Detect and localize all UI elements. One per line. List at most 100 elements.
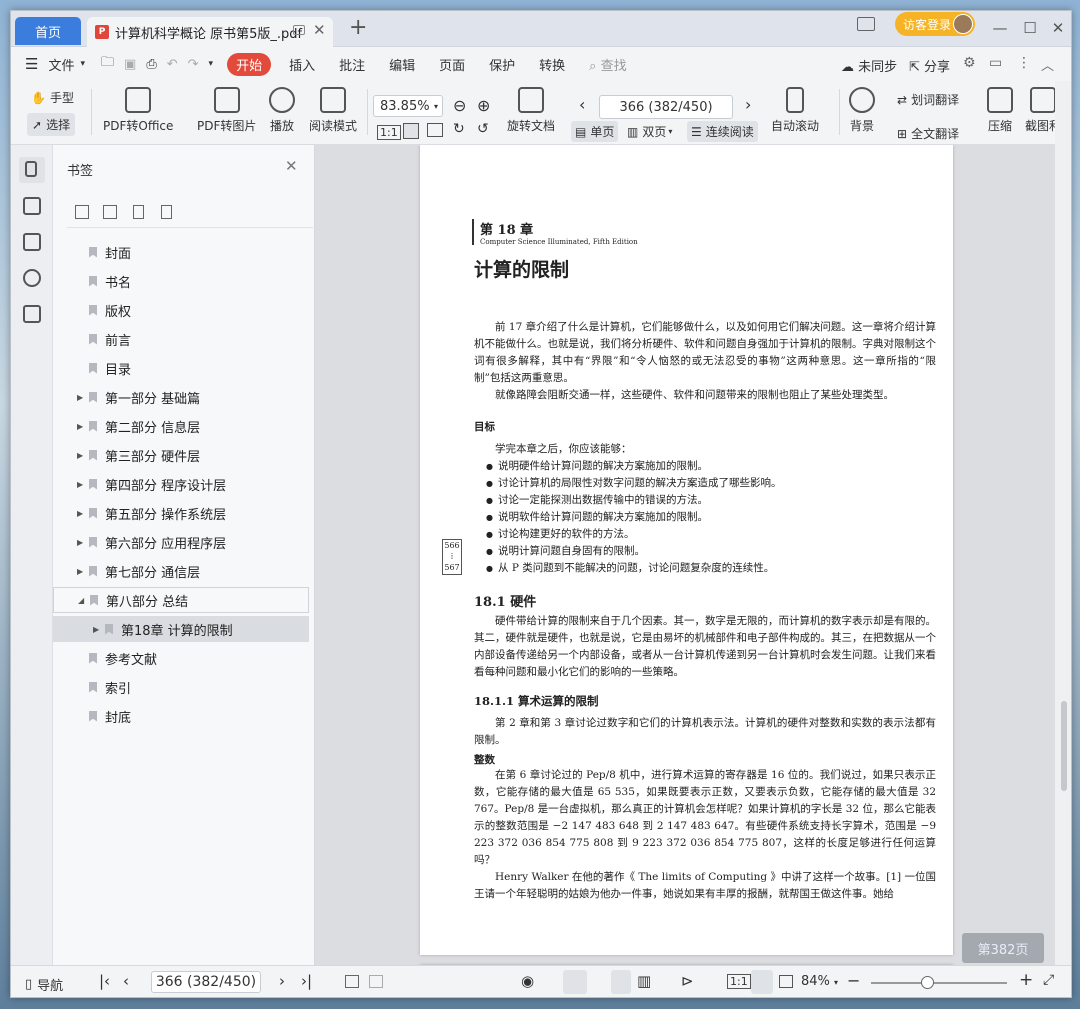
maximize-icon[interactable]: ☐ <box>1015 15 1045 41</box>
bookmark-item[interactable]: 封面 <box>53 239 309 265</box>
redo-icon[interactable]: ↷ <box>188 57 199 72</box>
fit-page-status-icon[interactable] <box>751 970 773 994</box>
expand-bookmark-icon[interactable] <box>133 205 144 219</box>
read-mode-button[interactable]: 阅读模式 <box>309 87 357 134</box>
single-page-button[interactable]: ▤ 单页 <box>571 121 619 142</box>
expand-arrow-icon[interactable]: ▶ <box>93 625 103 634</box>
bookmark-item[interactable]: 参考文献 <box>53 645 309 671</box>
bookmark-item[interactable]: ▶ 第五部分 操作系统层 <box>53 500 309 526</box>
more-icon[interactable]: ⋮ <box>1017 55 1031 71</box>
next-page-icon[interactable]: › <box>745 95 751 114</box>
compress-button[interactable]: 压缩 <box>987 87 1013 134</box>
zoom-select[interactable]: 83.85% ▾ <box>373 95 443 117</box>
sync-status[interactable]: ☁ 未同步 <box>841 56 897 75</box>
new-tab-icon[interactable]: + <box>349 15 367 40</box>
bookmark-item[interactable]: ▶ 第七部分 通信层 <box>53 558 309 584</box>
autoscroll-button[interactable]: 自动滚动 <box>771 87 819 134</box>
first-page-icon[interactable]: |‹ <box>99 972 110 990</box>
eye-protect-icon[interactable]: ◉ <box>521 972 534 990</box>
settings-icon[interactable]: ⚙ <box>963 55 976 71</box>
zoom-slider[interactable] <box>871 982 1007 984</box>
expand-arrow-icon[interactable]: ▶ <box>77 538 87 547</box>
menu-convert[interactable]: 转换 <box>539 55 565 74</box>
bookmark-item[interactable]: 目录 <box>53 355 309 381</box>
expand-arrow-icon[interactable]: ▶ <box>77 422 87 431</box>
prev-page-icon[interactable]: ‹ <box>579 95 585 114</box>
bookmark-item[interactable]: ▶ 第18章 计算的限制 <box>53 616 309 642</box>
attachment-icon[interactable] <box>23 269 41 287</box>
signature-icon[interactable] <box>23 305 41 323</box>
translate-word-button[interactable]: ⇄ 划词翻译 <box>897 91 959 108</box>
minimize-icon[interactable]: — <box>985 15 1015 41</box>
tab-home[interactable]: 首页 <box>15 17 81 45</box>
add-child-bookmark-icon[interactable] <box>103 205 117 219</box>
guest-login-button[interactable]: 访客登录 <box>895 12 975 36</box>
expand-arrow-icon[interactable]: ▶ <box>77 393 87 402</box>
thumbnail-icon[interactable] <box>23 197 41 215</box>
bookmark-item[interactable]: ◢ 第八部分 总结 <box>53 587 309 613</box>
pdf-to-image-button[interactable]: PDF转图片 <box>197 87 256 134</box>
bookmark-item[interactable]: ▶ 第六部分 应用程序层 <box>53 529 309 555</box>
window-layout-icon[interactable] <box>857 17 875 31</box>
menu-start[interactable]: 开始 <box>227 52 272 76</box>
share-button[interactable]: ⇱ 分享 <box>909 56 950 75</box>
bookmark-item[interactable]: 索引 <box>53 674 309 700</box>
select-tool[interactable]: ➚ 选择 <box>27 113 76 136</box>
last-page-icon[interactable]: ›| <box>301 972 312 990</box>
expand-arrow-icon[interactable]: ▶ <box>77 451 87 460</box>
document-viewer[interactable]: 第 18 章 Computer Science Illuminated, Fif… <box>315 145 1055 965</box>
undo-icon[interactable]: ↶ <box>167 57 178 72</box>
expand-arrow-icon[interactable]: ▶ <box>77 509 87 518</box>
zoom-slider-handle[interactable] <box>921 976 934 989</box>
zoom-in-icon[interactable]: ⊕ <box>477 96 490 115</box>
close-panel-icon[interactable]: ✕ <box>285 157 298 175</box>
open-folder-icon[interactable]: 🗀 <box>101 53 114 75</box>
hamburger-icon[interactable]: ☰ <box>25 55 38 73</box>
tab-document[interactable]: P 计算机科学概论 原书第5版_.pdf ✕ <box>87 17 333 47</box>
menu-insert[interactable]: 插入 <box>289 55 315 74</box>
next-page-status-icon[interactable]: › <box>279 972 285 990</box>
forward-view-icon[interactable] <box>369 975 383 988</box>
page-number-input[interactable]: 366 (382/450) <box>599 95 733 119</box>
fullscreen-icon[interactable]: ⤢ <box>1043 972 1054 988</box>
continuous-read-button[interactable]: ☰ 连续阅读 <box>687 121 758 142</box>
play-button[interactable]: 播放 <box>269 87 295 134</box>
navigation-toggle[interactable]: ▯ 导航 <box>25 975 63 994</box>
chevron-down-icon[interactable]: ▾ <box>80 59 85 69</box>
zoom-out-icon[interactable]: ⊖ <box>453 96 466 115</box>
actual-size-icon[interactable]: 1:1 <box>377 125 401 140</box>
expand-arrow-icon[interactable]: ◢ <box>78 596 88 605</box>
rotate-document-button[interactable]: 旋转文档 <box>507 87 555 134</box>
menu-page[interactable]: 页面 <box>439 55 465 74</box>
search-box[interactable]: ⌕ 查找 <box>589 55 626 74</box>
status-page-input[interactable]: 366 (382/450) <box>151 971 261 993</box>
expand-arrow-icon[interactable]: ▶ <box>77 567 87 576</box>
close-tab-icon[interactable]: ✕ <box>313 21 326 39</box>
fit-width-status-icon[interactable] <box>779 975 793 988</box>
play-status-icon[interactable]: ⊳ <box>681 972 694 990</box>
back-view-icon[interactable] <box>345 975 359 988</box>
comment-panel-icon[interactable] <box>23 233 41 251</box>
add-bookmark-icon[interactable] <box>75 205 89 219</box>
scrollbar-thumb[interactable] <box>1061 701 1067 791</box>
more-chevron-icon[interactable]: ▾ <box>209 59 214 69</box>
expand-arrow-icon[interactable]: ▶ <box>77 480 87 489</box>
rotate-left-icon[interactable]: ↻ <box>453 121 465 137</box>
status-zoom[interactable]: 84% ▾ <box>801 974 838 989</box>
file-menu[interactable]: 文件 <box>48 55 74 74</box>
zoom-out-status-icon[interactable]: − <box>847 971 860 990</box>
bookmark-item[interactable]: ▶ 第四部分 程序设计层 <box>53 471 309 497</box>
bookmark-item[interactable]: ▶ 第三部分 硬件层 <box>53 442 309 468</box>
bookmark-item[interactable]: 版权 <box>53 297 309 323</box>
bookmark-item[interactable]: 封底 <box>53 703 309 729</box>
double-status-icon[interactable]: ▥ <box>637 972 651 990</box>
collapse-ribbon-icon[interactable]: ︿ <box>1041 55 1054 74</box>
pdf-to-office-button[interactable]: PDF转Office <box>103 87 173 134</box>
actual-size-status-icon[interactable]: 1:1 <box>727 974 751 989</box>
translate-all-button[interactable]: ⊞ 全文翻译 <box>897 125 959 142</box>
hand-tool[interactable]: ✋ 手型 <box>31 89 74 106</box>
vertical-scrollbar[interactable] <box>1055 81 1071 965</box>
fit-page-icon[interactable] <box>403 123 419 139</box>
menu-annotate[interactable]: 批注 <box>339 55 365 74</box>
menu-edit[interactable]: 编辑 <box>389 55 415 74</box>
